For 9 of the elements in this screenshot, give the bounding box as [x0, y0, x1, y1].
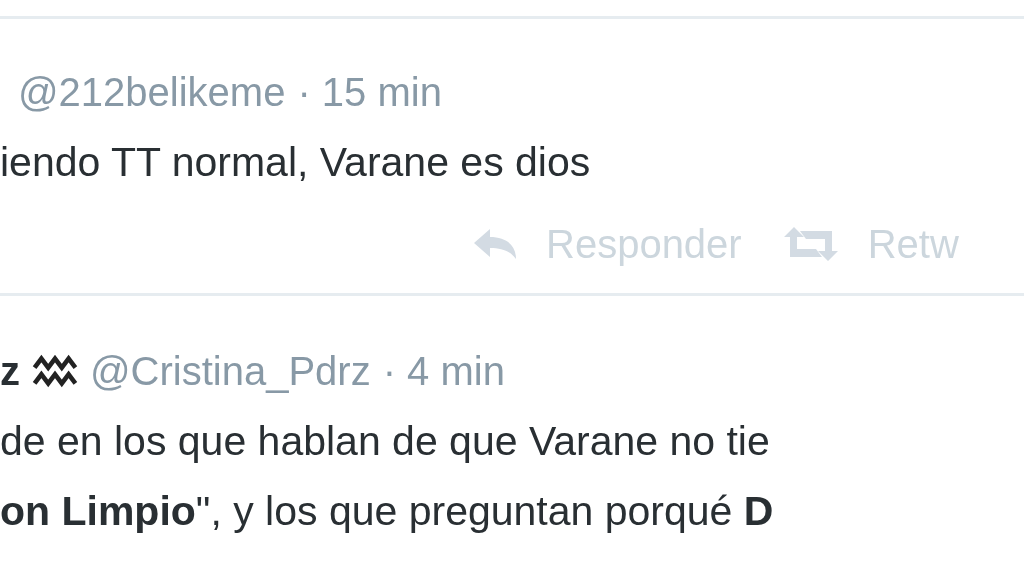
tweet-text: de en los que hablan de que Varane no tie: [0, 417, 771, 466]
user-handle[interactable]: @212belikeme: [18, 69, 286, 115]
tweet-time[interactable]: · 4 min: [382, 348, 505, 394]
user-handle[interactable]: @Cristina_Pdrz: [90, 348, 371, 394]
tweet-time[interactable]: · 15 min: [297, 69, 442, 115]
tweet-text: iendo TT normal, Varane es dios: [0, 138, 592, 187]
reply-icon: [472, 227, 518, 261]
tweet-text: on Limpio", y los que preguntan porqué D: [0, 487, 775, 536]
user-name[interactable]: z: [0, 348, 20, 394]
